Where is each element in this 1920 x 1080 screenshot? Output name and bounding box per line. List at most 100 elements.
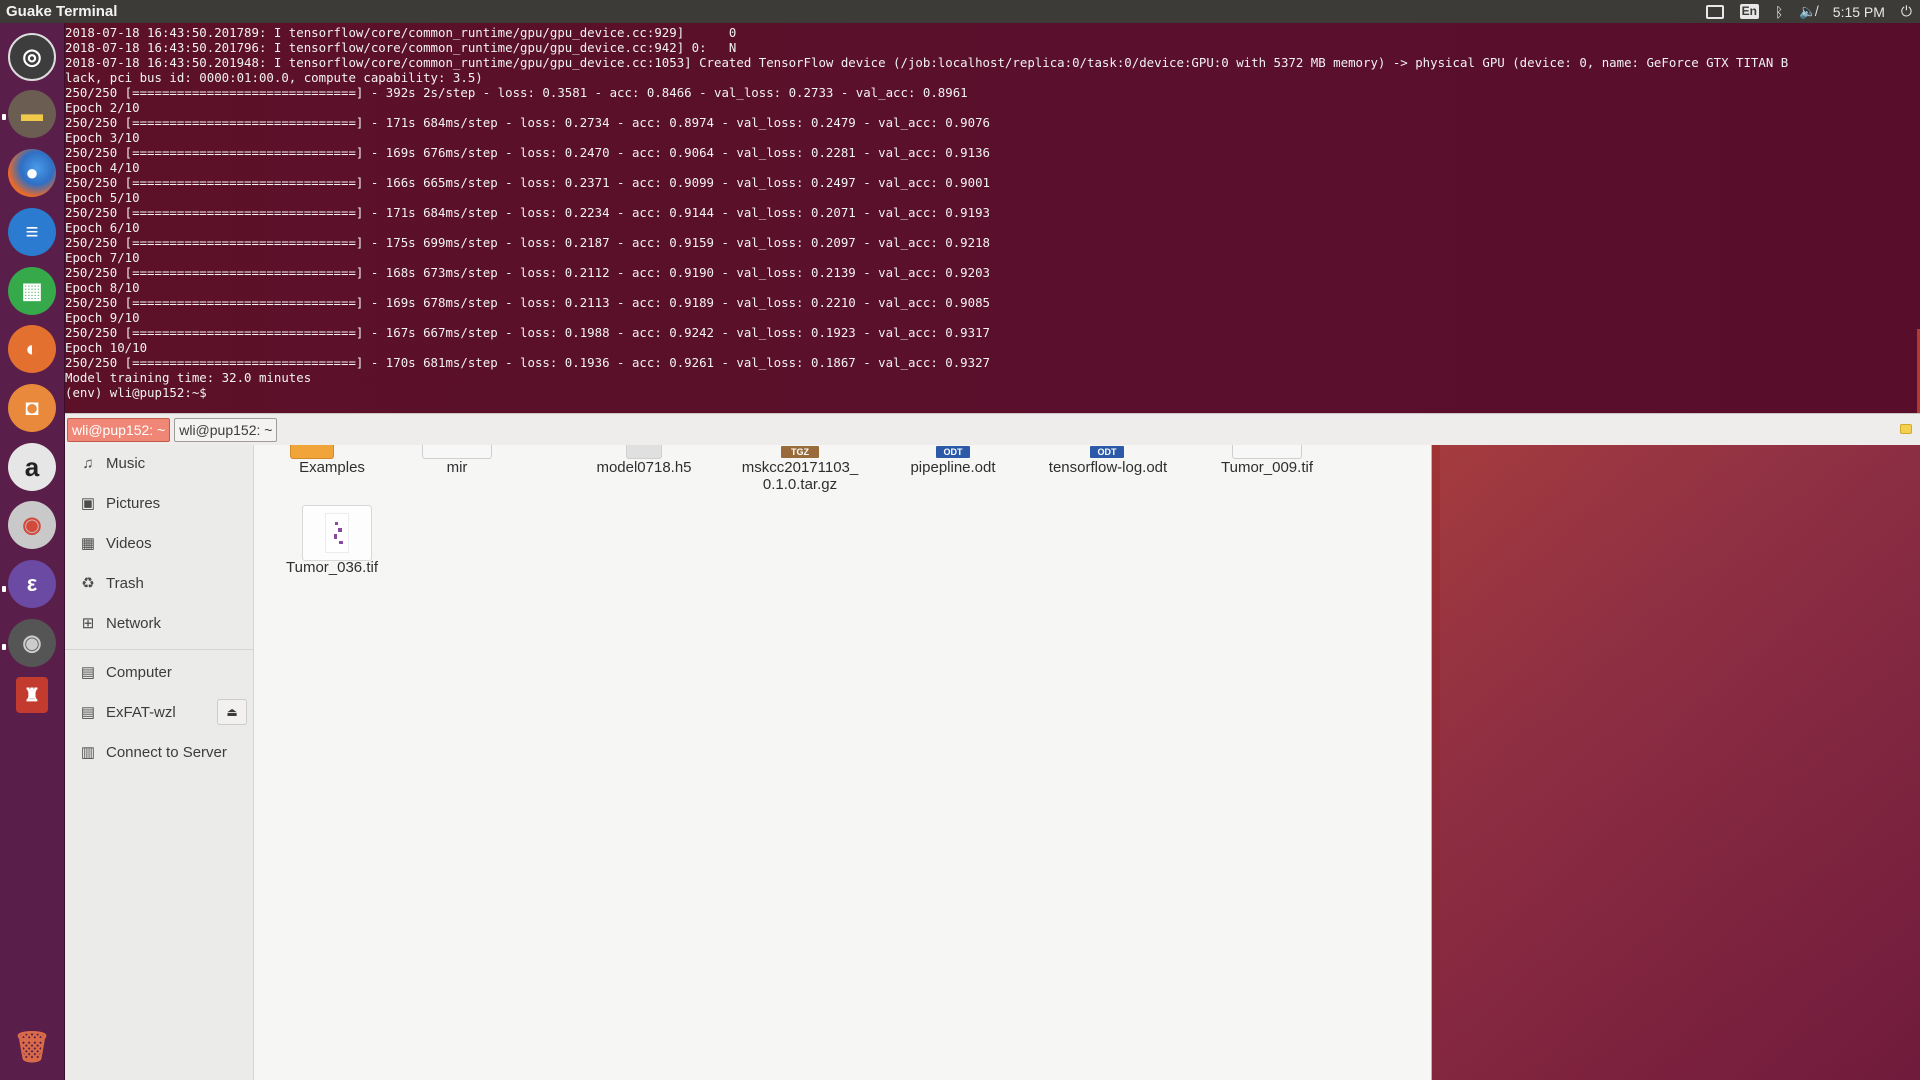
places-sidebar: ♫ Music ▣ Pictures ▦ Videos ♻ Trash ⊞ Ne… xyxy=(65,445,254,1080)
libreoffice-calc-icon[interactable]: ▦ xyxy=(8,267,56,315)
folder-icon xyxy=(290,445,334,459)
emacs-icon[interactable]: ε xyxy=(8,560,56,608)
sidebar-item-label: Network xyxy=(106,614,162,632)
trash-icon[interactable]: 🗑 xyxy=(8,1023,56,1071)
libreoffice-impress-icon[interactable]: ◐ xyxy=(8,325,56,373)
launcher: ◎ ▬ ● ≡ ▦ ◐ ◘ a ◉ ε ◉ ♜ 🗑 xyxy=(0,23,65,1080)
terminal-line: Epoch 5/10 xyxy=(65,190,140,205)
terminal-line: 250/250 [==============================]… xyxy=(65,115,991,130)
trash-icon: ♻ xyxy=(81,575,95,592)
power-icon[interactable]: ⏻ xyxy=(1901,3,1912,20)
keyboard-lang-icon[interactable]: En xyxy=(1739,4,1759,19)
file-name: Tumor_036.tif xyxy=(286,559,378,576)
bluetooth-icon[interactable]: ᛒ xyxy=(1775,4,1783,20)
terminal-line: Epoch 2/10 xyxy=(65,100,140,115)
display-icon[interactable] xyxy=(1705,4,1724,19)
firefox-icon[interactable]: ● xyxy=(8,149,56,197)
file-item-tumor-036-tif[interactable]: Tumor_036.tif xyxy=(262,559,402,576)
file-item-tensorflow-log-odt[interactable]: tensorflow-log.odt xyxy=(1028,459,1188,476)
odt-document-icon: ODT xyxy=(1090,446,1124,458)
file-item-pipepline-odt[interactable]: pipepline.odt xyxy=(883,459,1023,476)
guake-icon[interactable]: ♜ xyxy=(16,677,48,713)
terminal-output[interactable]: 2018-07-18 16:43:50.201789: I tensorflow… xyxy=(65,23,1920,413)
sidebar-item-label: Connect to Server xyxy=(106,743,227,761)
terminal-line: Epoch 4/10 xyxy=(65,160,140,175)
file-item-examples[interactable]: Examples xyxy=(262,459,402,476)
volume-muted-icon[interactable]: 🔈̸ xyxy=(1799,3,1816,20)
files-icon[interactable]: ▬ xyxy=(8,90,56,138)
terminal-line: Epoch 9/10 xyxy=(65,310,140,325)
file-name: tensorflow-log.odt xyxy=(1048,459,1168,476)
wallpaper-stripe xyxy=(1440,440,1920,1080)
file-name: model0718.h5 xyxy=(596,459,692,476)
terminal-line: 250/250 [==============================]… xyxy=(65,295,991,310)
sidebar-item-pictures[interactable]: ▣ Pictures xyxy=(65,487,254,519)
terminal-line: 250/250 [==============================]… xyxy=(65,355,991,370)
sidebar-item-music[interactable]: ♫ Music xyxy=(65,447,254,479)
top-panel: Guake Terminal En ᛒ 🔈̸ 5:15 PM ⏻ xyxy=(0,0,1920,23)
terminal-line: lack, pci bus id: 0000:01:00.0, compute … xyxy=(65,70,483,85)
indicator-area: En ᛒ 🔈̸ 5:15 PM ⏻ xyxy=(1705,0,1920,23)
file-item-model0718-h5[interactable]: model0718.h5 xyxy=(574,459,714,476)
settings-icon[interactable]: ◉ xyxy=(8,501,56,549)
active-app-title: Guake Terminal xyxy=(6,3,118,20)
terminal-tab-2[interactable]: wli@pup152: ~ xyxy=(174,417,278,442)
file-icon xyxy=(626,445,662,459)
file-item-mir[interactable]: mir xyxy=(387,459,527,476)
file-icon xyxy=(422,445,492,459)
ubuntu-dash-icon[interactable]: ◎ xyxy=(8,33,56,81)
music-icon: ♫ xyxy=(82,454,94,472)
ubuntu-software-icon[interactable]: ◘ xyxy=(8,384,56,432)
file-name: mir xyxy=(446,459,468,476)
drive-icon: ▤ xyxy=(80,704,96,721)
file-manager-window: ♫ Music ▣ Pictures ▦ Videos ♻ Trash ⊞ Ne… xyxy=(65,445,1432,1080)
image-icon xyxy=(1232,445,1302,459)
terminal-line: 250/250 [==============================]… xyxy=(65,205,991,220)
file-item-mskcc-tar-gz[interactable]: mskcc20171103_ 0.1.0.tar.gz xyxy=(730,459,870,493)
terminal-tab-1[interactable]: wli@pup152: ~ xyxy=(67,417,171,442)
terminal-line: 250/250 [==============================]… xyxy=(65,325,991,340)
file-name-line2: 0.1.0.tar.gz xyxy=(762,476,838,493)
network-icon: ⊞ xyxy=(81,615,95,632)
sidebar-item-trash[interactable]: ♻ Trash xyxy=(65,567,254,599)
file-name: Examples xyxy=(299,459,365,476)
file-item-tumor-009-tif[interactable]: Tumor_009.tif xyxy=(1197,459,1337,476)
clock[interactable]: 5:15 PM xyxy=(1833,4,1885,20)
terminal-line: 2018-07-18 16:43:50.201789: I tensorflow… xyxy=(65,25,737,40)
sidebar-divider xyxy=(65,649,254,650)
sidebar-item-label: Computer xyxy=(106,663,172,681)
running-indicator xyxy=(2,114,6,120)
terminal-line: 2018-07-18 16:43:50.201796: I tensorflow… xyxy=(65,40,737,55)
server-icon: ▥ xyxy=(80,744,96,761)
webcam-icon[interactable]: ◉ xyxy=(8,619,56,667)
sidebar-item-label: Trash xyxy=(106,574,144,592)
sidebar-item-label: ExFAT-wzl xyxy=(106,703,176,721)
terminal-line: 2018-07-18 16:43:50.201948: I tensorflow… xyxy=(65,55,1789,70)
guake-tab-bar: wli@pup152: ~ wli@pup152: ~ xyxy=(65,413,1920,445)
sidebar-item-label: Videos xyxy=(106,534,152,552)
terminal-line: Epoch 3/10 xyxy=(65,130,140,145)
running-indicator xyxy=(2,586,6,592)
sidebar-item-computer[interactable]: ▤ Computer xyxy=(65,656,254,688)
pictures-icon: ▣ xyxy=(80,495,96,512)
terminal-line: Epoch 7/10 xyxy=(65,250,140,265)
sidebar-item-videos[interactable]: ▦ Videos xyxy=(65,527,254,559)
terminal-line: Epoch 10/10 xyxy=(65,340,148,355)
sidebar-item-network[interactable]: ⊞ Network xyxy=(65,607,254,639)
tgz-archive-icon: TGZ xyxy=(781,446,819,458)
amazon-icon[interactable]: a xyxy=(8,443,56,491)
terminal-line: Epoch 6/10 xyxy=(65,220,140,235)
terminal-prompt[interactable]: (env) wli@pup152:~$ xyxy=(65,385,1920,400)
image-thumbnail-icon xyxy=(302,505,372,561)
file-name: Tumor_009.tif xyxy=(1221,459,1313,476)
guake-tray-icon[interactable] xyxy=(1900,424,1912,434)
computer-icon: ▤ xyxy=(80,664,96,681)
file-grid: Examples mir model0718.h5 TGZ mskcc20171… xyxy=(254,445,1432,1080)
libreoffice-writer-icon[interactable]: ≡ xyxy=(8,208,56,256)
terminal-line: 250/250 [==============================]… xyxy=(65,175,991,190)
file-name-line1: mskcc20171103_ xyxy=(741,459,859,476)
terminal-line: 250/250 [==============================]… xyxy=(65,85,968,100)
terminal-line: 250/250 [==============================]… xyxy=(65,145,991,160)
eject-icon[interactable]: ⏏ xyxy=(217,699,247,725)
sidebar-item-connect-to-server[interactable]: ▥ Connect to Server xyxy=(65,736,254,768)
